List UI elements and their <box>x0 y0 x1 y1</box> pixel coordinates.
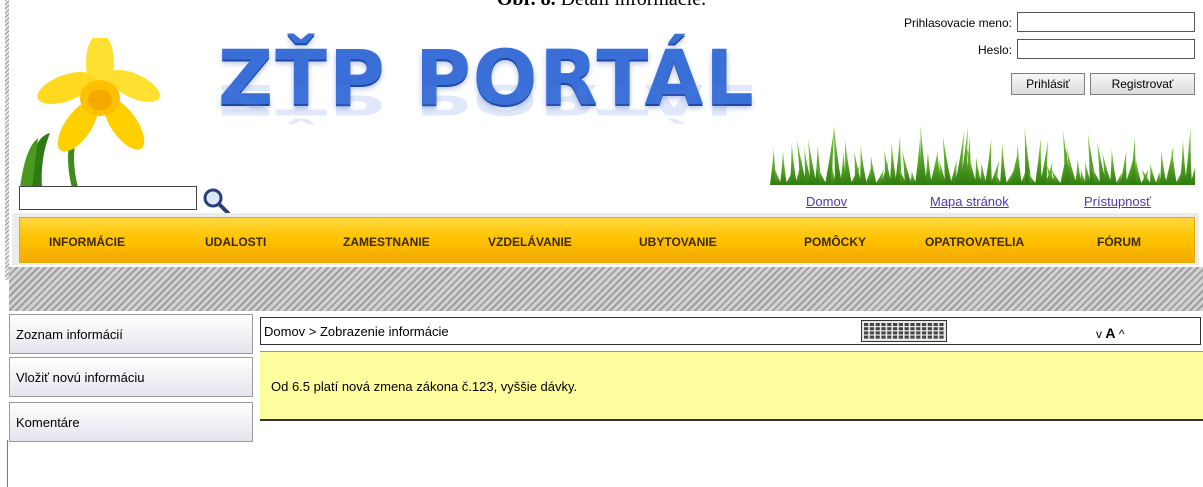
breadcrumb: Domov > Zobrazenie informácie <box>264 324 449 339</box>
nav-item-zamestnanie[interactable]: ZAMESTNANIE <box>343 235 430 249</box>
username-input[interactable] <box>1017 12 1195 32</box>
font-decrease-button[interactable]: v <box>1096 327 1102 341</box>
magnifier-icon[interactable] <box>201 186 231 216</box>
nav-item-ubytovanie[interactable]: UBYTOVANIE <box>639 235 717 249</box>
figure-caption: Obr. 8. Detail informácie. <box>0 0 1203 11</box>
sidebar-item-vlozit-informaciu[interactable]: Vložiť novú informáciu <box>9 357 253 397</box>
nav-item-informacie[interactable]: INFORMÁCIE <box>49 235 125 249</box>
search-input[interactable] <box>19 186 197 210</box>
sidebar-item-komentare[interactable]: Komentáre <box>9 402 253 442</box>
username-label: Prihlasovacie meno: <box>903 16 1012 30</box>
font-increase-button[interactable]: ^ <box>1119 327 1125 341</box>
caption-prefix: Obr. 8. <box>497 0 556 10</box>
accessibility-link[interactable]: Prístupnosť <box>1084 194 1151 209</box>
sidebar-item-zoznam-informacii[interactable]: Zoznam informácií <box>9 314 253 354</box>
info-text: Od 6.5 platí nová zmena zákona č.123, vy… <box>271 379 578 394</box>
daffodil-image <box>20 38 160 188</box>
decorative-band <box>9 267 1203 311</box>
nav-item-pomocky[interactable]: POMÔCKY <box>804 235 866 249</box>
register-button[interactable]: Registrovať <box>1090 73 1195 95</box>
password-input[interactable] <box>1017 39 1195 59</box>
site-logo-reflection: ZŤP PORTÁL <box>218 74 756 124</box>
left-border-line <box>7 440 8 487</box>
nav-item-forum[interactable]: FÓRUM <box>1097 235 1141 249</box>
password-label: Heslo: <box>977 43 1012 57</box>
caption-text: Detail informácie. <box>561 0 707 10</box>
keyboard-icon[interactable] <box>861 320 947 342</box>
home-link[interactable]: Domov <box>806 194 847 209</box>
left-border <box>5 0 9 280</box>
font-size-label: A <box>1105 325 1116 341</box>
font-size-control: v A ^ <box>1096 325 1124 341</box>
grass-image <box>770 125 1195 185</box>
login-button[interactable]: Prihlásiť <box>1011 73 1085 95</box>
nav-item-opatrovatelia[interactable]: OPATROVATELIA <box>925 235 1024 249</box>
sitemap-link[interactable]: Mapa stránok <box>930 194 1009 209</box>
nav-item-vzdelavanie[interactable]: VZDELÁVANIE <box>488 235 572 249</box>
nav-item-udalosti[interactable]: UDALOSTI <box>205 235 266 249</box>
